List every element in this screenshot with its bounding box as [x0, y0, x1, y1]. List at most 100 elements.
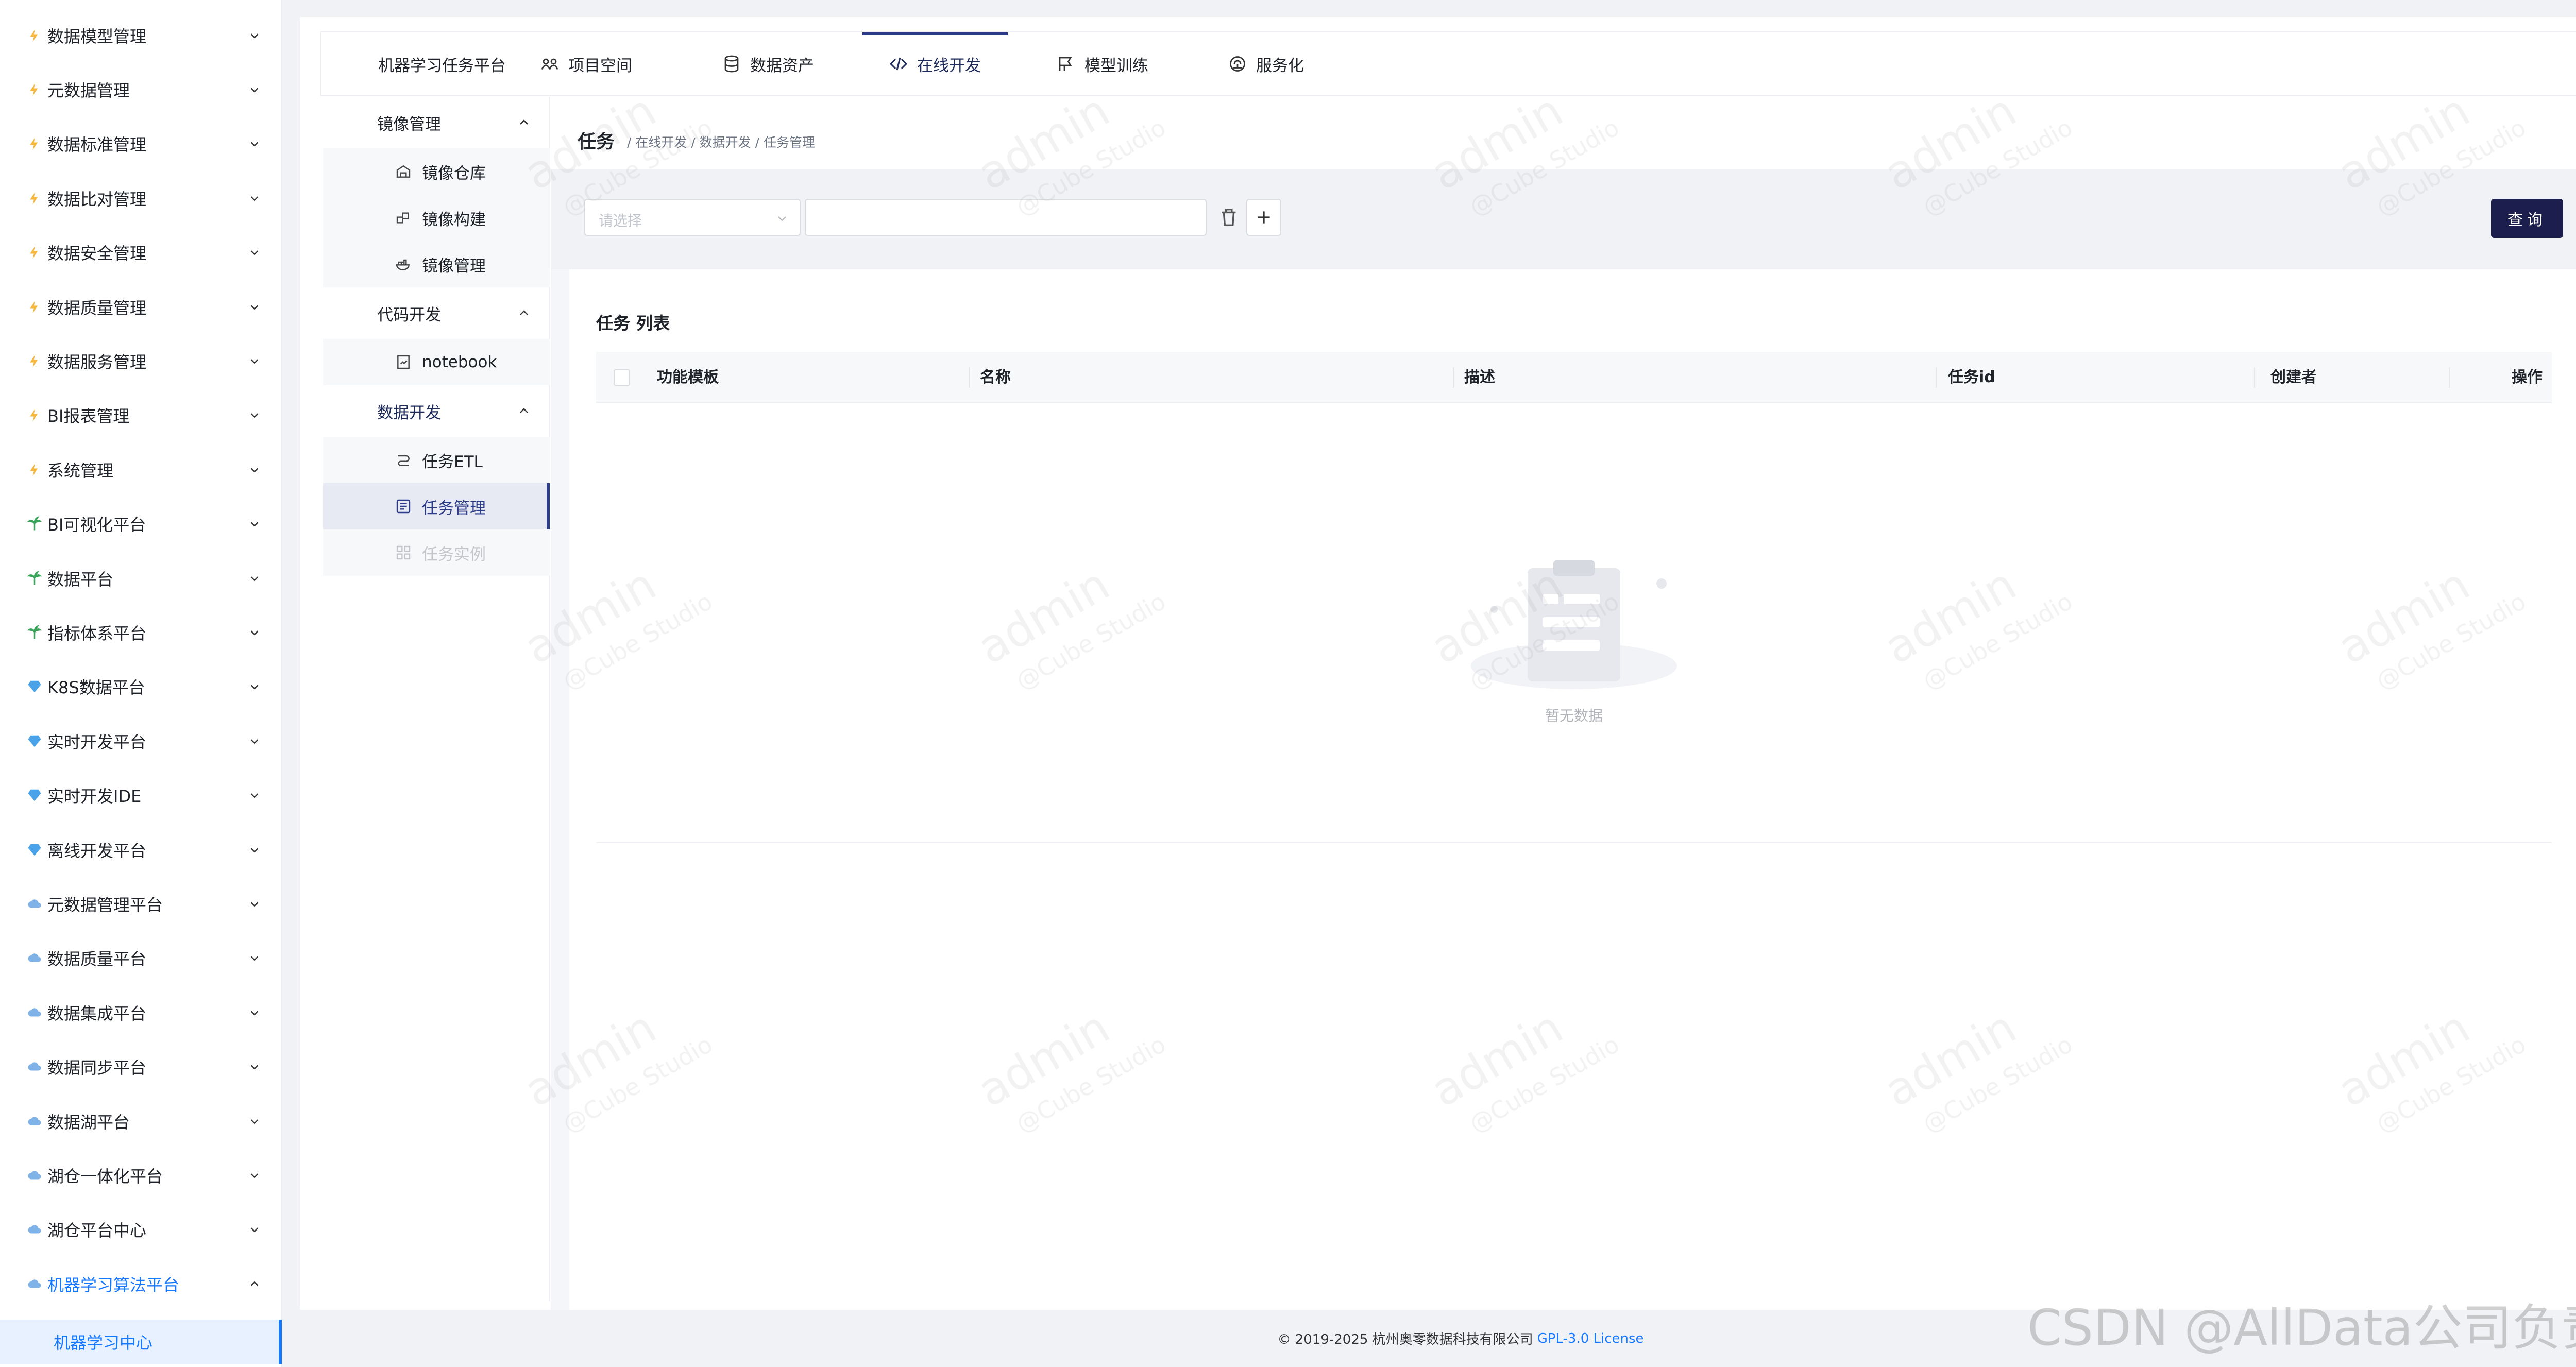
sidebar-item[interactable]: 数据比对管理 — [0, 171, 282, 225]
sidebar-item-label: 湖仓平台中心 — [47, 1221, 147, 1241]
chevron-down-icon — [249, 952, 260, 964]
sidebar-item-label: 湖仓一体化平台 — [47, 1166, 163, 1186]
column-header[interactable]: 名称 — [980, 352, 1011, 403]
menu-item-image-manage[interactable]: 镜像管理 — [323, 241, 550, 287]
sidebar-item[interactable]: 数据平台 — [0, 551, 282, 605]
sidebar-item[interactable]: 离线开发平台 — [0, 823, 282, 877]
add-filter-button[interactable] — [1246, 199, 1281, 236]
tab-ml-task-platform[interactable]: 机器学习任务平台 — [378, 32, 506, 95]
menu-group-code-dev[interactable]: 代码开发 — [323, 287, 550, 339]
sidebar-item[interactable]: 实时开发IDE — [0, 768, 282, 823]
menu-group-image-mgmt[interactable]: 镜像管理 — [323, 97, 550, 148]
sidebar-item-label: 离线开发平台 — [47, 841, 147, 861]
tab-serving[interactable]: 服务化 — [1228, 32, 1304, 95]
filter-value-input[interactable] — [805, 199, 1207, 236]
sidebar-item[interactable]: BI报表管理 — [0, 388, 282, 442]
chevron-up-icon — [520, 408, 528, 413]
sidebar-item-label: 数据同步平台 — [47, 1058, 147, 1078]
sidebar-item[interactable]: K8S数据平台 — [0, 660, 282, 714]
content-area: 任务 / 在线开发 / 数据开发 / 任务管理 请选择 查询 收起^ — [551, 97, 2576, 1310]
menu-item-task-etl[interactable]: 任务ETL — [323, 437, 550, 483]
cloud-icon — [26, 895, 43, 913]
model-icon — [1057, 55, 1075, 73]
sidebar-item-label: 实时开发IDE — [47, 787, 142, 807]
warehouse-icon — [396, 165, 411, 178]
column-header[interactable]: 创建者 — [2270, 352, 2317, 403]
chevron-down-icon — [249, 193, 260, 204]
sidebar-item[interactable]: 数据湖平台 — [0, 1094, 282, 1148]
sidebar-item[interactable]: 湖仓平台中心 — [0, 1203, 282, 1257]
sidebar-item[interactable]: 指标体系平台 — [0, 605, 282, 659]
menu-item-image-build[interactable]: 镜像构建 — [323, 195, 550, 241]
sidebar-item[interactable]: 数据质量管理 — [0, 280, 282, 334]
sidebar-item-label: 机器学习算法平台 — [47, 1275, 180, 1295]
tab-label: 数据资产 — [750, 56, 814, 75]
menu-item-label: 任务ETL — [422, 452, 483, 471]
sidebar-subitem-ml-center[interactable]: 机器学习中心 — [0, 1320, 282, 1364]
tab-online-dev[interactable]: 在线开发 — [862, 32, 1008, 95]
menu-item-notebook[interactable]: notebook — [323, 339, 550, 385]
sidebar-item[interactable]: 数据安全管理 — [0, 226, 282, 280]
menu-item-image-repo[interactable]: 镜像仓库 — [323, 148, 550, 195]
sidebar-item[interactable]: BI可视化平台 — [0, 497, 282, 551]
tab-data-assets[interactable]: 数据资产 — [722, 32, 814, 95]
select-all-checkbox[interactable] — [614, 369, 630, 386]
bolt-icon — [26, 461, 43, 479]
sidebar-item[interactable]: 数据标准管理 — [0, 117, 282, 171]
cloud-icon — [26, 949, 43, 967]
cloud-icon — [26, 1058, 43, 1075]
sidebar-item-label: 数据湖平台 — [47, 1112, 130, 1132]
column-header[interactable]: 描述 — [1464, 352, 1495, 403]
sidebar-item[interactable]: 数据同步平台 — [0, 1040, 282, 1094]
sidebar-item[interactable]: 数据质量平台 — [0, 931, 282, 985]
sidebar-item-label: 数据标准管理 — [47, 135, 147, 155]
chevron-down-icon — [249, 1007, 260, 1018]
license-link[interactable]: GPL-3.0 License — [1537, 1331, 1644, 1346]
tab-project-space[interactable]: 项目空间 — [540, 32, 632, 95]
sidebar-item[interactable]: 湖仓一体化平台 — [0, 1148, 282, 1202]
menu-item-label: 镜像管理 — [422, 257, 486, 276]
sidebar-item[interactable]: 数据模型管理 — [0, 8, 282, 62]
query-button[interactable]: 查询 — [2491, 199, 2563, 238]
tab-model-training[interactable]: 模型训练 — [1057, 32, 1148, 95]
chevron-down-icon — [249, 844, 260, 856]
filter-select[interactable]: 请选择 — [584, 199, 801, 236]
chevron-down-icon — [249, 1224, 260, 1235]
menu-item-task-manage[interactable]: 任务管理 — [323, 483, 550, 529]
sidebar-item[interactable]: 元数据管理 — [0, 62, 282, 116]
delete-icon[interactable] — [1217, 206, 1241, 229]
secondary-menu: 镜像管理 镜像仓库 镜像构建 镜像管理 代码开发 notebook 数据开发 任… — [323, 97, 550, 1301]
select-placeholder: 请选择 — [599, 212, 642, 229]
service-icon — [1228, 55, 1247, 73]
sidebar-item[interactable]: 数据集成平台 — [0, 985, 282, 1039]
sidebar-item[interactable]: 数据服务管理 — [0, 334, 282, 388]
column-header: 操作 — [2512, 368, 2543, 386]
menu-item-label: 镜像构建 — [422, 210, 486, 229]
menu-group-label: 数据开发 — [377, 403, 441, 422]
sidebar-item[interactable]: 系统管理 — [0, 442, 282, 497]
empty-text: 暂无数据 — [1545, 707, 1603, 724]
sidebar-item-label: 数据质量平台 — [47, 949, 147, 969]
instance-icon — [396, 545, 411, 560]
sidebar-item[interactable]: 元数据管理平台 — [0, 877, 282, 931]
tab-label: 模型训练 — [1084, 56, 1148, 75]
sidebar-item[interactable]: 机器学习算法平台 — [0, 1257, 282, 1311]
empty-clipboard-icon — [1471, 560, 1677, 689]
menu-item-task-instance[interactable]: 任务实例 — [323, 529, 550, 576]
column-divider — [2254, 367, 2255, 388]
chevron-down-icon — [249, 1116, 260, 1127]
column-header[interactable]: 任务id — [1948, 352, 1995, 403]
diamond-icon — [26, 678, 43, 695]
menu-item-label: notebook — [422, 353, 497, 371]
menu-group-label: 镜像管理 — [377, 115, 441, 134]
column-header[interactable]: 功能模板 — [657, 352, 719, 403]
title-bar: 任务 / 在线开发 / 数据开发 / 任务管理 — [551, 97, 2576, 169]
sidebar-item-label: 数据质量管理 — [47, 298, 147, 318]
notebook-icon — [397, 355, 410, 369]
cloud-icon — [26, 1113, 43, 1130]
cloud-icon — [26, 1275, 43, 1293]
tab-label: 项目空间 — [568, 56, 632, 75]
empty-state: 暂无数据 — [1445, 548, 1703, 743]
sidebar-item[interactable]: 实时开发平台 — [0, 714, 282, 768]
menu-group-data-dev[interactable]: 数据开发 — [323, 385, 550, 437]
